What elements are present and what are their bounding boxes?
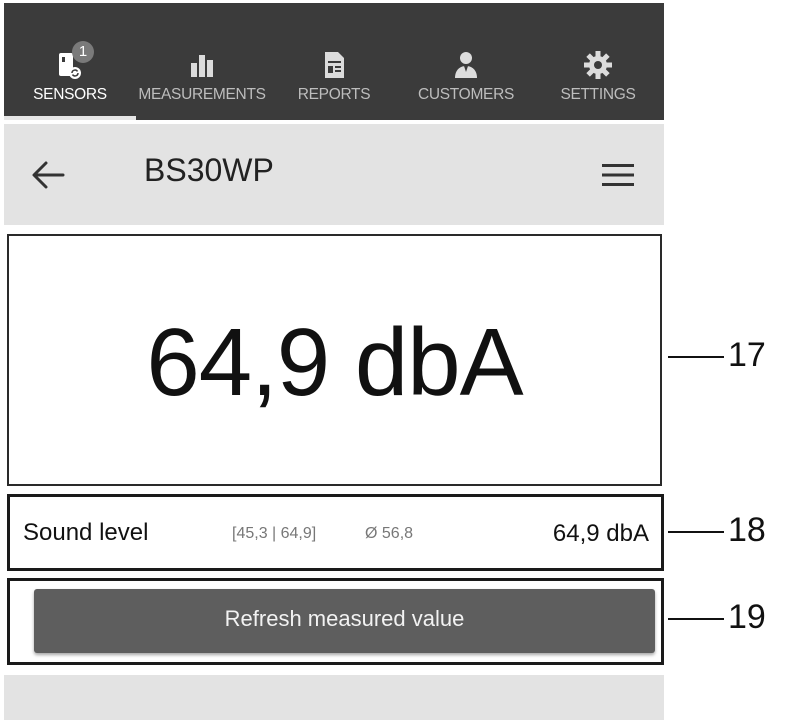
tab-label: MEASUREMENTS (138, 86, 266, 103)
callout-19: 19 (728, 598, 766, 636)
sound-level-average: Ø 56,8 (365, 525, 414, 542)
sound-level-row[interactable]: Sound level [45,3 | 64,9] Ø 56,8 64,9 db… (7, 494, 664, 571)
callout-17: 17 (728, 336, 766, 374)
tab-reports[interactable]: REPORTS (268, 3, 400, 120)
measurement-display: 64,9 dbA (7, 234, 662, 486)
tab-settings[interactable]: SETTINGS (532, 3, 664, 120)
sound-level-value: 64,9 dbA (552, 520, 649, 547)
tab-customers[interactable]: CUSTOMERS (400, 3, 532, 120)
bar-chart-icon (191, 55, 213, 77)
callout-line-18 (668, 531, 724, 533)
header-bar: BS30WP (4, 124, 664, 225)
refresh-row: Refresh measured value (7, 578, 664, 665)
app-screen: 1 SENSORS MEASUREMENTS REPORTS CUSTOMERS… (4, 3, 664, 720)
refresh-button[interactable]: Refresh measured value (34, 589, 655, 653)
sound-level-range: [45,3 | 64,9] (232, 525, 317, 542)
footer-bar (4, 675, 664, 720)
tab-label: SETTINGS (560, 86, 636, 103)
hamburger-menu-icon[interactable] (598, 161, 638, 189)
current-value: 64,9 dbA (146, 309, 523, 416)
gear-icon (584, 51, 612, 79)
tab-label: REPORTS (297, 86, 371, 103)
tab-measurements[interactable]: MEASUREMENTS (136, 3, 268, 120)
report-icon (325, 52, 344, 78)
callout-18: 18 (728, 511, 766, 549)
customer-icon (455, 52, 477, 78)
tab-label: CUSTOMERS (417, 86, 515, 103)
page-title: BS30WP (144, 152, 274, 188)
tab-label: SENSORS (33, 86, 107, 103)
callout-line-17 (668, 356, 724, 358)
sound-level-label: Sound level (23, 519, 149, 546)
tab-sensors[interactable]: 1 SENSORS (4, 3, 136, 120)
tab-bar: 1 SENSORS MEASUREMENTS REPORTS CUSTOMERS… (4, 3, 664, 120)
notification-badge: 1 (72, 41, 94, 63)
arrow-left-icon[interactable] (30, 159, 66, 191)
callout-line-19 (668, 618, 724, 620)
